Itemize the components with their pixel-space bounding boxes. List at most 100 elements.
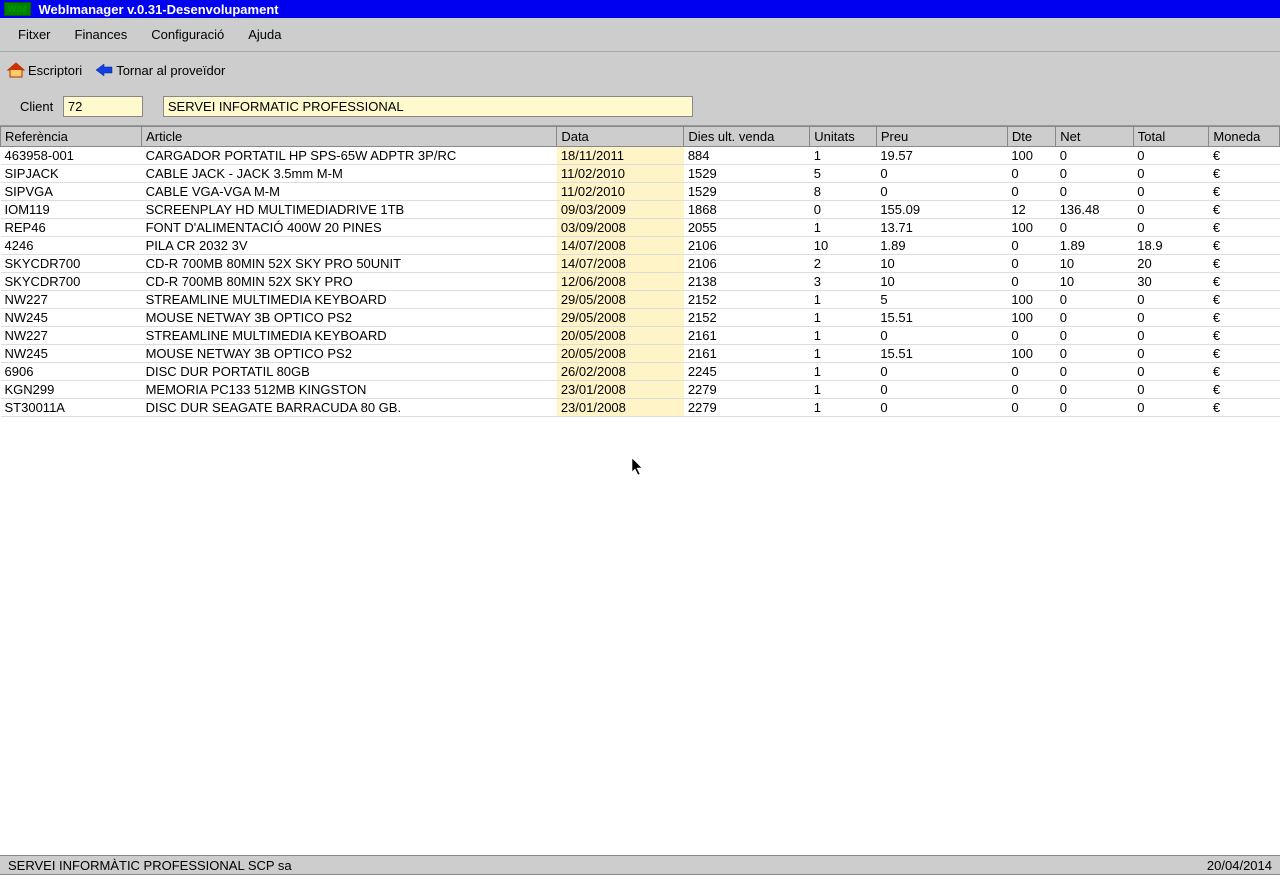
cell-dte: 0 bbox=[1007, 363, 1055, 381]
cell-preu: 0 bbox=[876, 399, 1007, 417]
cell-ref: KGN299 bbox=[1, 381, 142, 399]
cell-net: 1.89 bbox=[1056, 237, 1134, 255]
cell-ref: NW245 bbox=[1, 309, 142, 327]
menu-ajuda[interactable]: Ajuda bbox=[236, 23, 293, 46]
cell-unitats: 1 bbox=[810, 327, 877, 345]
table-row[interactable]: SIPJACKCABLE JACK - JACK 3.5mm M-M11/02/… bbox=[1, 165, 1280, 183]
cell-dies: 884 bbox=[684, 147, 810, 165]
cell-art: STREAMLINE MULTIMEDIA KEYBOARD bbox=[142, 327, 557, 345]
cell-art: MOUSE NETWAY 3B OPTICO PS2 bbox=[142, 309, 557, 327]
desktop-button[interactable]: Escriptori bbox=[6, 61, 82, 79]
cell-net: 0 bbox=[1056, 147, 1134, 165]
table-row[interactable]: SKYCDR700CD-R 700MB 80MIN 52X SKY PRO 50… bbox=[1, 255, 1280, 273]
cell-moneda: € bbox=[1209, 255, 1280, 273]
cell-ref: ST30011A bbox=[1, 399, 142, 417]
cell-total: 0 bbox=[1133, 147, 1209, 165]
cell-preu: 13.71 bbox=[876, 219, 1007, 237]
status-right: 20/04/2014 bbox=[1207, 858, 1272, 873]
table-row[interactable]: ST30011ADISC DUR SEAGATE BARRACUDA 80 GB… bbox=[1, 399, 1280, 417]
cell-date: 18/11/2011 bbox=[557, 147, 684, 165]
cell-art: CABLE JACK - JACK 3.5mm M-M bbox=[142, 165, 557, 183]
cell-art: MEMORIA PC133 512MB KINGSTON bbox=[142, 381, 557, 399]
cell-date: 23/01/2008 bbox=[557, 381, 684, 399]
cell-total: 0 bbox=[1133, 183, 1209, 201]
cell-net: 10 bbox=[1056, 255, 1134, 273]
col-header[interactable]: Unitats bbox=[810, 127, 877, 147]
cell-art: SCREENPLAY HD MULTIMEDIADRIVE 1TB bbox=[142, 201, 557, 219]
cell-date: 09/03/2009 bbox=[557, 201, 684, 219]
cell-ref: SKYCDR700 bbox=[1, 273, 142, 291]
table-row[interactable]: 6906DISC DUR PORTATIL 80GB26/02/20082245… bbox=[1, 363, 1280, 381]
cell-art: PILA CR 2032 3V bbox=[142, 237, 557, 255]
cell-date: 14/07/2008 bbox=[557, 255, 684, 273]
cell-ref: 4246 bbox=[1, 237, 142, 255]
cell-dte: 0 bbox=[1007, 381, 1055, 399]
cell-date: 20/05/2008 bbox=[557, 327, 684, 345]
col-header[interactable]: Total bbox=[1133, 127, 1209, 147]
client-label: Client bbox=[20, 99, 53, 114]
cell-ref: 6906 bbox=[1, 363, 142, 381]
cell-unitats: 1 bbox=[810, 363, 877, 381]
menubar: Fitxer Finances Configuració Ajuda bbox=[0, 18, 1280, 52]
table-row[interactable]: SIPVGACABLE VGA-VGA M-M11/02/20101529800… bbox=[1, 183, 1280, 201]
cell-dies: 1529 bbox=[684, 183, 810, 201]
cell-art: CARGADOR PORTATIL HP SPS-65W ADPTR 3P/RC bbox=[142, 147, 557, 165]
menu-fitxer[interactable]: Fitxer bbox=[6, 23, 63, 46]
menu-configuracio[interactable]: Configuració bbox=[139, 23, 236, 46]
cell-ref: 463958-001 bbox=[1, 147, 142, 165]
cell-net: 0 bbox=[1056, 183, 1134, 201]
desktop-label: Escriptori bbox=[28, 63, 82, 78]
cell-preu: 15.51 bbox=[876, 345, 1007, 363]
cell-dies: 2152 bbox=[684, 291, 810, 309]
cell-moneda: € bbox=[1209, 399, 1280, 417]
cell-art: CD-R 700MB 80MIN 52X SKY PRO 50UNIT bbox=[142, 255, 557, 273]
back-button[interactable]: Tornar al proveïdor bbox=[94, 62, 225, 78]
col-header[interactable]: Data bbox=[557, 127, 684, 147]
cell-unitats: 8 bbox=[810, 183, 877, 201]
cell-preu: 155.09 bbox=[876, 201, 1007, 219]
table-row[interactable]: KGN299MEMORIA PC133 512MB KINGSTON23/01/… bbox=[1, 381, 1280, 399]
table-row[interactable]: NW227STREAMLINE MULTIMEDIA KEYBOARD29/05… bbox=[1, 291, 1280, 309]
col-header[interactable]: Dies ult. venda bbox=[684, 127, 810, 147]
col-header[interactable]: Article bbox=[142, 127, 557, 147]
cell-net: 0 bbox=[1056, 327, 1134, 345]
table-row[interactable]: NW227STREAMLINE MULTIMEDIA KEYBOARD20/05… bbox=[1, 327, 1280, 345]
cell-moneda: € bbox=[1209, 219, 1280, 237]
table-row[interactable]: REP46FONT D'ALIMENTACIÓ 400W 20 PINES03/… bbox=[1, 219, 1280, 237]
cell-ref: NW227 bbox=[1, 327, 142, 345]
table-row[interactable]: 463958-001CARGADOR PORTATIL HP SPS-65W A… bbox=[1, 147, 1280, 165]
cell-date: 12/06/2008 bbox=[557, 273, 684, 291]
cell-preu: 15.51 bbox=[876, 309, 1007, 327]
cell-moneda: € bbox=[1209, 237, 1280, 255]
col-header[interactable]: Dte bbox=[1007, 127, 1055, 147]
cell-unitats: 1 bbox=[810, 381, 877, 399]
table-row[interactable]: IOM119SCREENPLAY HD MULTIMEDIADRIVE 1TB0… bbox=[1, 201, 1280, 219]
cell-date: 14/07/2008 bbox=[557, 237, 684, 255]
cell-dte: 0 bbox=[1007, 327, 1055, 345]
col-header[interactable]: Preu bbox=[876, 127, 1007, 147]
col-header[interactable]: Moneda bbox=[1209, 127, 1280, 147]
cell-unitats: 1 bbox=[810, 291, 877, 309]
table-row[interactable]: NW245MOUSE NETWAY 3B OPTICO PS220/05/200… bbox=[1, 345, 1280, 363]
cell-date: 23/01/2008 bbox=[557, 399, 684, 417]
table-row[interactable]: NW245MOUSE NETWAY 3B OPTICO PS229/05/200… bbox=[1, 309, 1280, 327]
cell-dies: 2152 bbox=[684, 309, 810, 327]
table-row[interactable]: SKYCDR700CD-R 700MB 80MIN 52X SKY PRO12/… bbox=[1, 273, 1280, 291]
client-name-input[interactable] bbox=[163, 96, 693, 117]
client-id-input[interactable] bbox=[63, 96, 143, 117]
col-header[interactable]: Referència bbox=[1, 127, 142, 147]
cell-preu: 10 bbox=[876, 273, 1007, 291]
cell-preu: 19.57 bbox=[876, 147, 1007, 165]
app-icon: WIM bbox=[4, 2, 31, 16]
cell-ref: SIPVGA bbox=[1, 183, 142, 201]
col-header[interactable]: Net bbox=[1056, 127, 1134, 147]
cell-preu: 10 bbox=[876, 255, 1007, 273]
cell-art: DISC DUR SEAGATE BARRACUDA 80 GB. bbox=[142, 399, 557, 417]
cell-dies: 2161 bbox=[684, 345, 810, 363]
cell-ref: SKYCDR700 bbox=[1, 255, 142, 273]
cell-net: 0 bbox=[1056, 399, 1134, 417]
cell-unitats: 1 bbox=[810, 345, 877, 363]
table-row[interactable]: 4246PILA CR 2032 3V14/07/20082106101.890… bbox=[1, 237, 1280, 255]
cell-date: 20/05/2008 bbox=[557, 345, 684, 363]
menu-finances[interactable]: Finances bbox=[63, 23, 140, 46]
